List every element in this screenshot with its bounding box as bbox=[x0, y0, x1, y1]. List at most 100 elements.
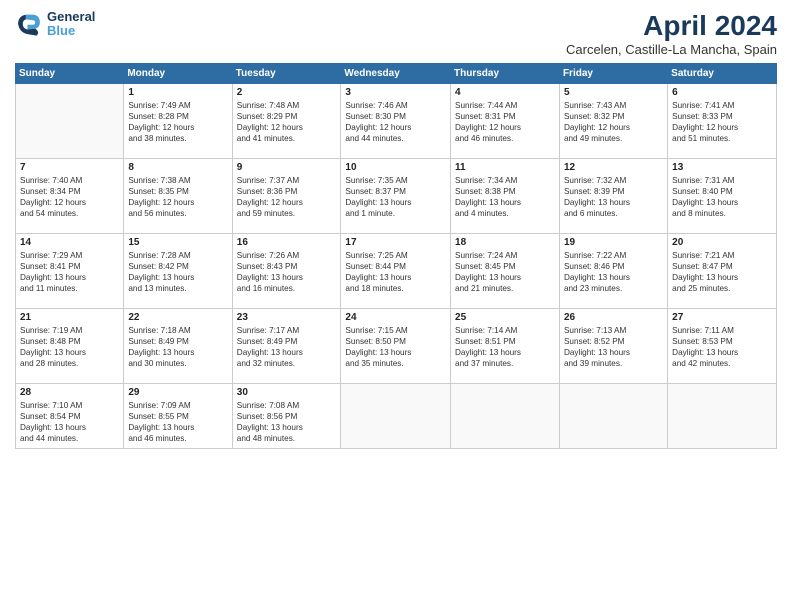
calendar-cell: 13 Sunrise: 7:31 AM Sunset: 8:40 PM Dayli… bbox=[668, 159, 777, 234]
calendar-cell: 6Sunrise: 7:41 AM Sunset: 8:33 PM Daylig… bbox=[668, 84, 777, 159]
day-info: Sunrise: 7:19 AM Sunset: 8:48 PM Dayligh… bbox=[20, 325, 119, 369]
logo-line1: General bbox=[47, 10, 95, 24]
day-info: Sunrise: 7:09 AM Sunset: 8:55 PM Dayligh… bbox=[128, 400, 227, 444]
day-number: 24 bbox=[345, 312, 446, 323]
day-info: Sunrise: 7:11 AM Sunset: 8:53 PM Dayligh… bbox=[672, 325, 772, 369]
calendar-table: SundayMondayTuesdayWednesdayThursdayFrid… bbox=[15, 63, 777, 449]
calendar-cell bbox=[341, 384, 451, 449]
day-info: Sunrise: 7:18 AM Sunset: 8:49 PM Dayligh… bbox=[128, 325, 227, 369]
day-info: Sunrise: 7:40 AM Sunset: 8:34 PM Dayligh… bbox=[20, 175, 119, 219]
day-info: Sunrise: 7:15 AM Sunset: 8:50 PM Dayligh… bbox=[345, 325, 446, 369]
calendar-cell: 23Sunrise: 7:17 AM Sunset: 8:49 PM Dayli… bbox=[232, 309, 341, 384]
col-header-thursday: Thursday bbox=[451, 64, 560, 84]
day-info: Sunrise: 7:10 AM Sunset: 8:54 PM Dayligh… bbox=[20, 400, 119, 444]
day-info: Sunrise: 7:25 AM Sunset: 8:44 PM Dayligh… bbox=[345, 250, 446, 294]
title-block: April 2024 Carcelen, Castille-La Mancha,… bbox=[566, 10, 777, 57]
day-info: Sunrise: 7:44 AM Sunset: 8:31 PM Dayligh… bbox=[455, 100, 555, 144]
day-info: Sunrise: 7:46 AM Sunset: 8:30 PM Dayligh… bbox=[345, 100, 446, 144]
calendar-cell: 5 Sunrise: 7:43 AM Sunset: 8:32 PM Daylig… bbox=[559, 84, 667, 159]
calendar-cell: 3 Sunrise: 7:46 AM Sunset: 8:30 PM Daylig… bbox=[341, 84, 451, 159]
calendar-cell: 24 Sunrise: 7:15 AM Sunset: 8:50 PM Dayli… bbox=[341, 309, 451, 384]
day-number: 22 bbox=[128, 312, 227, 323]
calendar-cell: 20Sunrise: 7:21 AM Sunset: 8:47 PM Dayli… bbox=[668, 234, 777, 309]
col-header-sunday: Sunday bbox=[16, 64, 124, 84]
day-number: 23 bbox=[237, 312, 337, 323]
day-number: 3 bbox=[345, 87, 446, 98]
day-info: Sunrise: 7:37 AM Sunset: 8:36 PM Dayligh… bbox=[237, 175, 337, 219]
day-number: 18 bbox=[455, 237, 555, 248]
week-row-4: 21Sunrise: 7:19 AM Sunset: 8:48 PM Dayli… bbox=[16, 309, 777, 384]
logo-icon bbox=[15, 10, 43, 38]
day-info: Sunrise: 7:29 AM Sunset: 8:41 PM Dayligh… bbox=[20, 250, 119, 294]
day-number: 17 bbox=[345, 237, 446, 248]
calendar-cell: 17 Sunrise: 7:25 AM Sunset: 8:44 PM Dayli… bbox=[341, 234, 451, 309]
calendar-header-row: SundayMondayTuesdayWednesdayThursdayFrid… bbox=[16, 64, 777, 84]
calendar-cell: 10Sunrise: 7:35 AM Sunset: 8:37 PM Dayli… bbox=[341, 159, 451, 234]
calendar-cell: 9 Sunrise: 7:37 AM Sunset: 8:36 PM Daylig… bbox=[232, 159, 341, 234]
day-info: Sunrise: 7:32 AM Sunset: 8:39 PM Dayligh… bbox=[564, 175, 663, 219]
logo-text: General Blue bbox=[47, 10, 95, 39]
calendar-cell: 14 Sunrise: 7:29 AM Sunset: 8:41 PM Dayli… bbox=[16, 234, 124, 309]
calendar-cell: 1 Sunrise: 7:49 AM Sunset: 8:28 PM Daylig… bbox=[124, 84, 232, 159]
week-row-3: 14 Sunrise: 7:29 AM Sunset: 8:41 PM Dayli… bbox=[16, 234, 777, 309]
day-info: Sunrise: 7:14 AM Sunset: 8:51 PM Dayligh… bbox=[455, 325, 555, 369]
day-number: 13 bbox=[672, 162, 772, 173]
day-info: Sunrise: 7:49 AM Sunset: 8:28 PM Dayligh… bbox=[128, 100, 227, 144]
day-number: 2 bbox=[237, 87, 337, 98]
day-number: 1 bbox=[128, 87, 227, 98]
day-number: 19 bbox=[564, 237, 663, 248]
day-number: 30 bbox=[237, 387, 337, 398]
calendar-cell: 16 Sunrise: 7:26 AM Sunset: 8:43 PM Dayli… bbox=[232, 234, 341, 309]
day-number: 29 bbox=[128, 387, 227, 398]
calendar-cell: 18 Sunrise: 7:24 AM Sunset: 8:45 PM Dayli… bbox=[451, 234, 560, 309]
day-number: 9 bbox=[237, 162, 337, 173]
day-info: Sunrise: 7:35 AM Sunset: 8:37 PM Dayligh… bbox=[345, 175, 446, 219]
day-info: Sunrise: 7:38 AM Sunset: 8:35 PM Dayligh… bbox=[128, 175, 227, 219]
calendar-cell: 11 Sunrise: 7:34 AM Sunset: 8:38 PM Dayli… bbox=[451, 159, 560, 234]
calendar-cell: 15 Sunrise: 7:28 AM Sunset: 8:42 PM Dayli… bbox=[124, 234, 232, 309]
calendar-cell bbox=[16, 84, 124, 159]
day-info: Sunrise: 7:31 AM Sunset: 8:40 PM Dayligh… bbox=[672, 175, 772, 219]
day-info: Sunrise: 7:28 AM Sunset: 8:42 PM Dayligh… bbox=[128, 250, 227, 294]
calendar-body: 1 Sunrise: 7:49 AM Sunset: 8:28 PM Daylig… bbox=[16, 84, 777, 449]
day-number: 16 bbox=[237, 237, 337, 248]
day-number: 14 bbox=[20, 237, 119, 248]
week-row-2: 7Sunrise: 7:40 AM Sunset: 8:34 PM Daylig… bbox=[16, 159, 777, 234]
header: General Blue April 2024 Carcelen, Castil… bbox=[15, 10, 777, 57]
col-header-friday: Friday bbox=[559, 64, 667, 84]
month-title: April 2024 bbox=[566, 10, 777, 42]
logo-line2: Blue bbox=[47, 24, 95, 38]
day-number: 12 bbox=[564, 162, 663, 173]
location-subtitle: Carcelen, Castille-La Mancha, Spain bbox=[566, 42, 777, 57]
day-info: Sunrise: 7:24 AM Sunset: 8:45 PM Dayligh… bbox=[455, 250, 555, 294]
calendar-cell: 7Sunrise: 7:40 AM Sunset: 8:34 PM Daylig… bbox=[16, 159, 124, 234]
calendar-cell: 27 Sunrise: 7:11 AM Sunset: 8:53 PM Dayli… bbox=[668, 309, 777, 384]
calendar-cell bbox=[668, 384, 777, 449]
day-number: 8 bbox=[128, 162, 227, 173]
calendar-cell: 28 Sunrise: 7:10 AM Sunset: 8:54 PM Dayli… bbox=[16, 384, 124, 449]
day-number: 27 bbox=[672, 312, 772, 323]
day-info: Sunrise: 7:34 AM Sunset: 8:38 PM Dayligh… bbox=[455, 175, 555, 219]
day-info: Sunrise: 7:13 AM Sunset: 8:52 PM Dayligh… bbox=[564, 325, 663, 369]
page: General Blue April 2024 Carcelen, Castil… bbox=[0, 0, 792, 612]
calendar-cell: 19Sunrise: 7:22 AM Sunset: 8:46 PM Dayli… bbox=[559, 234, 667, 309]
day-number: 6 bbox=[672, 87, 772, 98]
day-info: Sunrise: 7:26 AM Sunset: 8:43 PM Dayligh… bbox=[237, 250, 337, 294]
day-info: Sunrise: 7:48 AM Sunset: 8:29 PM Dayligh… bbox=[237, 100, 337, 144]
calendar-cell: 26 Sunrise: 7:13 AM Sunset: 8:52 PM Dayli… bbox=[559, 309, 667, 384]
day-number: 5 bbox=[564, 87, 663, 98]
calendar-cell bbox=[559, 384, 667, 449]
day-number: 28 bbox=[20, 387, 119, 398]
calendar-cell: 12 Sunrise: 7:32 AM Sunset: 8:39 PM Dayli… bbox=[559, 159, 667, 234]
calendar-cell: 2 Sunrise: 7:48 AM Sunset: 8:29 PM Daylig… bbox=[232, 84, 341, 159]
day-number: 26 bbox=[564, 312, 663, 323]
col-header-tuesday: Tuesday bbox=[232, 64, 341, 84]
day-number: 15 bbox=[128, 237, 227, 248]
col-header-saturday: Saturday bbox=[668, 64, 777, 84]
day-info: Sunrise: 7:21 AM Sunset: 8:47 PM Dayligh… bbox=[672, 250, 772, 294]
day-number: 11 bbox=[455, 162, 555, 173]
day-number: 4 bbox=[455, 87, 555, 98]
day-info: Sunrise: 7:43 AM Sunset: 8:32 PM Dayligh… bbox=[564, 100, 663, 144]
calendar-cell: 21Sunrise: 7:19 AM Sunset: 8:48 PM Dayli… bbox=[16, 309, 124, 384]
calendar-cell: 29 Sunrise: 7:09 AM Sunset: 8:55 PM Dayli… bbox=[124, 384, 232, 449]
